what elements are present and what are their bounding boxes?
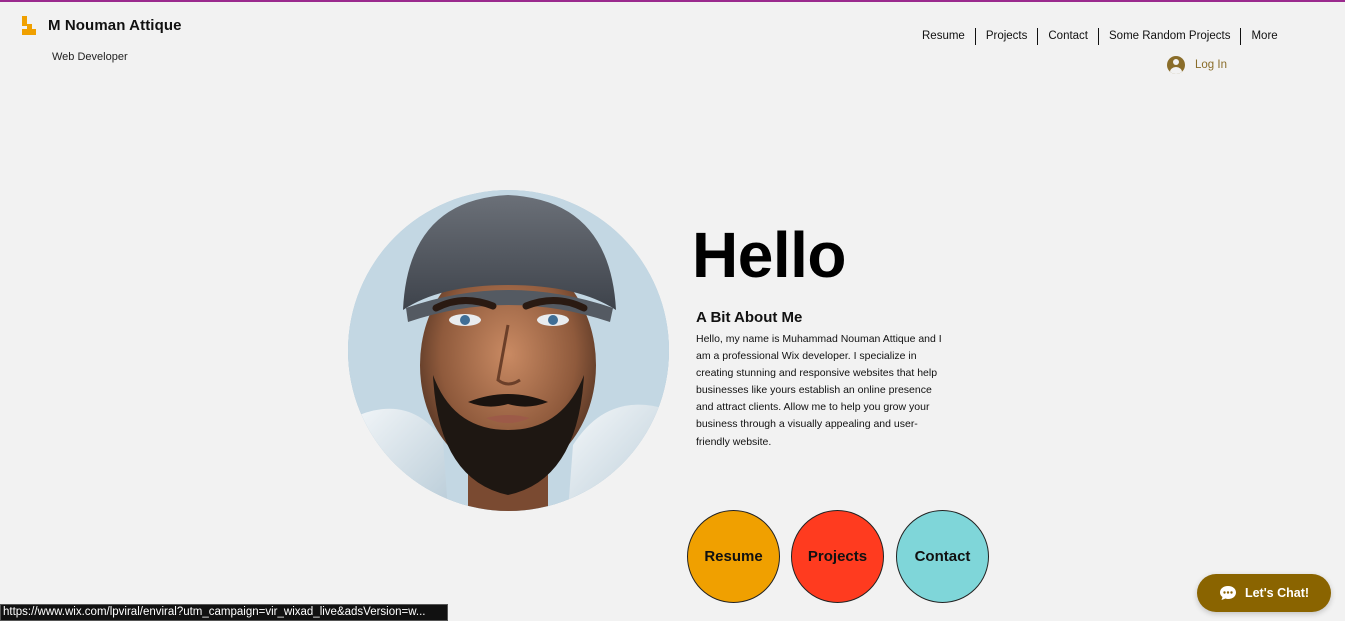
nav-item-some-random-projects[interactable]: Some Random Projects [1099, 28, 1242, 45]
projects-button[interactable]: Projects [791, 510, 884, 603]
contact-button[interactable]: Contact [896, 510, 989, 603]
hero-greeting: Hello [692, 219, 846, 291]
top-accent-rule [0, 0, 1345, 2]
main-nav: Resume Projects Contact Some Random Proj… [912, 28, 1288, 45]
status-bar-url: https://www.wix.com/lpviral/enviral?utm_… [0, 604, 448, 621]
site-subtitle: Web Developer [52, 51, 128, 63]
nav-item-more[interactable]: More [1241, 28, 1287, 45]
login-button[interactable]: Log In [1167, 56, 1227, 74]
about-body: Hello, my name is Muhammad Nouman Attiqu… [696, 333, 942, 448]
user-avatar-icon [1167, 56, 1185, 74]
nav-item-resume[interactable]: Resume [912, 28, 976, 45]
about-heading: A Bit About Me [696, 309, 803, 326]
lets-chat-button[interactable]: Let's Chat! [1197, 574, 1331, 612]
chat-bubble-icon [1219, 585, 1237, 601]
site-title[interactable]: M Nouman Attique [48, 17, 182, 34]
profile-portrait [348, 190, 669, 511]
nav-item-contact[interactable]: Contact [1038, 28, 1100, 45]
nav-item-projects[interactable]: Projects [976, 28, 1039, 45]
lets-chat-label: Let's Chat! [1244, 586, 1310, 600]
stairs-logo-icon[interactable] [20, 16, 38, 36]
resume-button[interactable]: Resume [687, 510, 780, 603]
login-label: Log In [1195, 59, 1227, 71]
